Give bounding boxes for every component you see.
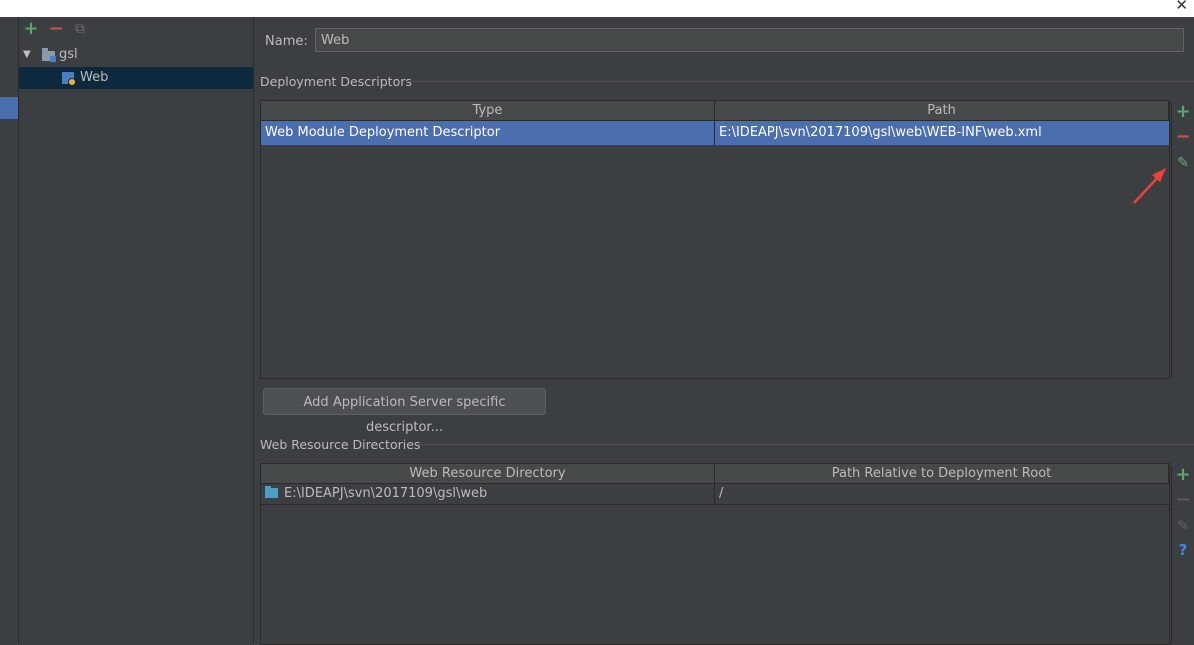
column-divider [714,484,715,504]
column-header-relative-path[interactable]: Path Relative to Deployment Root [715,464,1169,484]
column-divider [714,121,715,145]
close-icon[interactable]: ✕ [1175,0,1188,14]
descriptor-type-cell: Web Module Deployment Descriptor [265,125,501,140]
add-server-descriptor-button[interactable]: Add Application Server specific descript… [263,388,546,435]
edit-descriptor-icon[interactable]: ✎ [1175,154,1191,172]
tree-node-gsl[interactable]: ▼ gsl [19,44,253,66]
remove-icon[interactable]: − [48,20,64,38]
tree-node-label: Web [80,70,109,85]
help-icon[interactable]: ? [1175,541,1191,559]
annotation-arrow-icon [1133,168,1166,204]
resource-dir-text: E:\IDEAPJ\svn\2017109\gsl\web [284,486,488,501]
web-resource-table[interactable]: Web Resource Directory Path Relative to … [260,463,1170,645]
copy-icon[interactable]: ⧉ [72,20,88,38]
add-resource-icon[interactable]: + [1175,466,1191,484]
section-title-deployment: Deployment Descriptors [260,74,412,89]
section-divider [418,444,1194,445]
module-tree-panel: + − ⧉ ▼ gsl Web [19,17,254,643]
column-header-path[interactable]: Path [715,101,1169,121]
relative-path-cell: / [719,486,724,501]
tree-toolbar: + − ⧉ [19,17,253,43]
web-facet-icon [62,72,76,86]
table-row[interactable]: E:\IDEAPJ\svn\2017109\gsl\web / [261,484,1169,505]
section-title-resources: Web Resource Directories [260,437,421,452]
expand-arrow-icon[interactable]: ▼ [23,44,31,66]
left-strip-selection [0,97,18,119]
name-label: Name: [265,34,308,49]
facet-settings-panel: Name: Deployment Descriptors Type Path W… [254,17,1194,645]
title-bar: ✕ [0,0,1194,17]
web-folder-icon [265,486,278,498]
deployment-toolbar: + − ✎ [1171,103,1194,377]
tree-node-web[interactable]: Web [19,67,253,89]
add-descriptor-icon[interactable]: + [1175,103,1191,121]
remove-descriptor-icon[interactable]: − [1175,128,1191,146]
tree-node-label: gsl [59,47,78,62]
edit-resource-icon[interactable]: ✎ [1175,517,1191,535]
deployment-descriptors-table[interactable]: Type Path Web Module Deployment Descript… [260,100,1170,379]
add-icon[interactable]: + [23,20,39,38]
section-divider [406,81,1194,82]
resource-dir-cell: E:\IDEAPJ\svn\2017109\gsl\web [261,484,715,504]
column-header-resource-dir[interactable]: Web Resource Directory [261,464,715,484]
module-folder-icon [42,48,56,62]
table-row[interactable]: Web Module Deployment Descriptor E:\IDEA… [261,121,1169,145]
name-input[interactable] [315,28,1184,52]
left-sidebar-strip [0,17,19,643]
column-header-type[interactable]: Type [261,101,715,121]
remove-resource-icon[interactable]: − [1175,491,1191,509]
resources-toolbar: + − ✎ ? [1171,466,1194,643]
descriptor-path-cell: E:\IDEAPJ\svn\2017109\gsl\web\WEB-INF\we… [719,125,1042,140]
